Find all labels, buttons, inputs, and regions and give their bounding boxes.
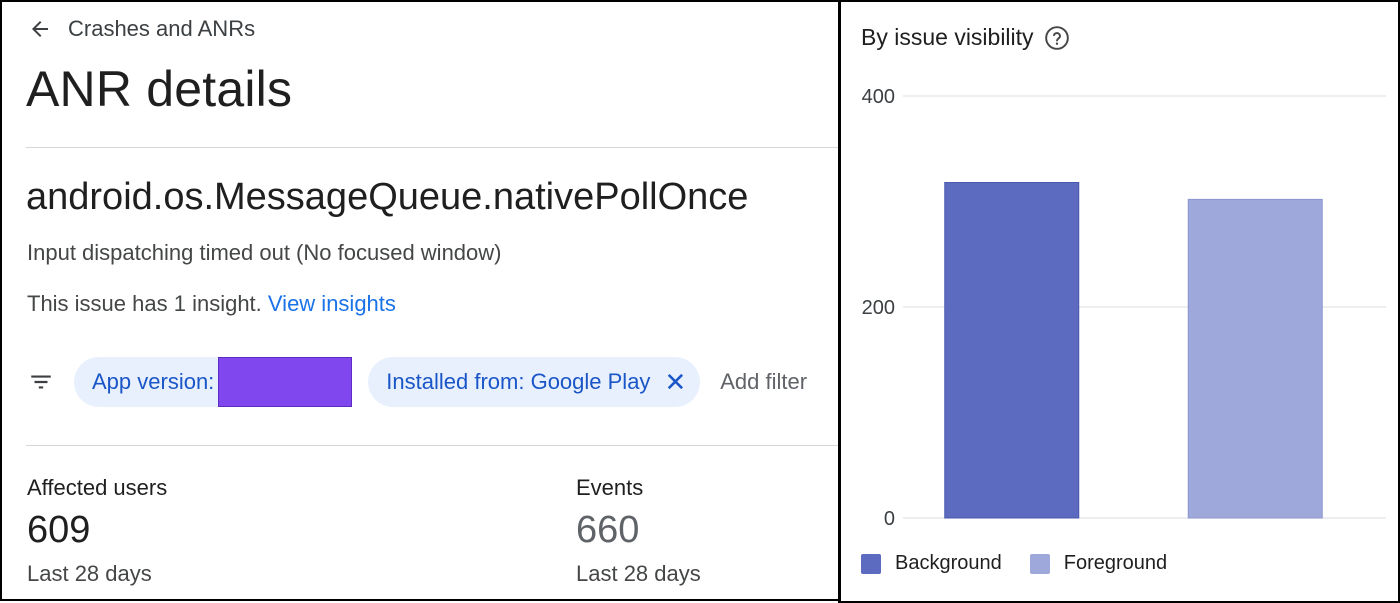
issue-title: android.os.MessageQueue.nativePollOnce bbox=[26, 176, 749, 218]
filter-bar: App version: Installed from: Google Play… bbox=[28, 356, 807, 408]
metric-value: 660 bbox=[576, 509, 640, 551]
breadcrumb[interactable]: Crashes and ANRs bbox=[28, 16, 255, 42]
y-tick-label: 200 bbox=[862, 297, 895, 319]
divider bbox=[26, 147, 840, 148]
close-icon[interactable]: ✕ bbox=[664, 369, 686, 395]
insight-line: This issue has 1 insight. View insights bbox=[27, 291, 396, 317]
page-title: ANR details bbox=[26, 61, 293, 117]
issue-subtitle: Input dispatching timed out (No focused … bbox=[27, 240, 502, 265]
legend-item-foreground: Foreground bbox=[1029, 552, 1168, 575]
metric-period: Last 28 days bbox=[27, 561, 152, 586]
arrow-left-icon[interactable] bbox=[28, 17, 52, 41]
chip-label: Installed from: Google Play bbox=[386, 369, 651, 394]
back-link-label[interactable]: Crashes and ANRs bbox=[68, 16, 255, 42]
legend-swatch bbox=[1029, 553, 1050, 574]
metric-label: Affected users bbox=[27, 475, 168, 500]
metric-period: Last 28 days bbox=[576, 561, 701, 586]
view-insights-link[interactable]: View insights bbox=[268, 291, 396, 316]
screenshot-frame: Crashes and ANRs ANR details android.os.… bbox=[0, 0, 1400, 603]
filter-chip-installed-from[interactable]: Installed from: Google Play ✕ bbox=[368, 357, 701, 407]
issue-details-panel: Crashes and ANRs ANR details android.os.… bbox=[0, 0, 840, 601]
redacted-value bbox=[218, 357, 353, 407]
metric-events: Events 660 Last 28 days bbox=[576, 475, 701, 587]
filter-list-icon[interactable] bbox=[28, 369, 54, 395]
metric-label: Events bbox=[576, 475, 644, 500]
bar-chart: 0 200 400 bbox=[862, 86, 1386, 530]
metric-affected-users: Affected users 609 Last 28 days bbox=[27, 475, 167, 587]
chip-label: App version: bbox=[92, 369, 215, 394]
divider bbox=[26, 445, 840, 446]
chart-panel: By issue visibility 0 200 400 Background F… bbox=[841, 0, 1400, 603]
add-filter-button[interactable]: Add filter bbox=[720, 369, 807, 395]
metric-value: 609 bbox=[27, 509, 91, 551]
legend-label: Foreground bbox=[1063, 552, 1168, 574]
bar-foreground[interactable] bbox=[1187, 198, 1323, 519]
y-tick-label: 0 bbox=[884, 508, 895, 530]
filter-chip-app-version[interactable]: App version: bbox=[74, 357, 353, 407]
bar-background[interactable] bbox=[944, 182, 1080, 519]
legend-item-background: Background bbox=[861, 552, 1002, 575]
y-tick-label: 400 bbox=[862, 86, 895, 108]
insight-text: This issue has 1 insight. bbox=[27, 291, 262, 316]
legend-swatch bbox=[861, 553, 881, 574]
legend-label: Background bbox=[895, 552, 1002, 574]
chart-legend: Background Foreground bbox=[861, 552, 1195, 575]
